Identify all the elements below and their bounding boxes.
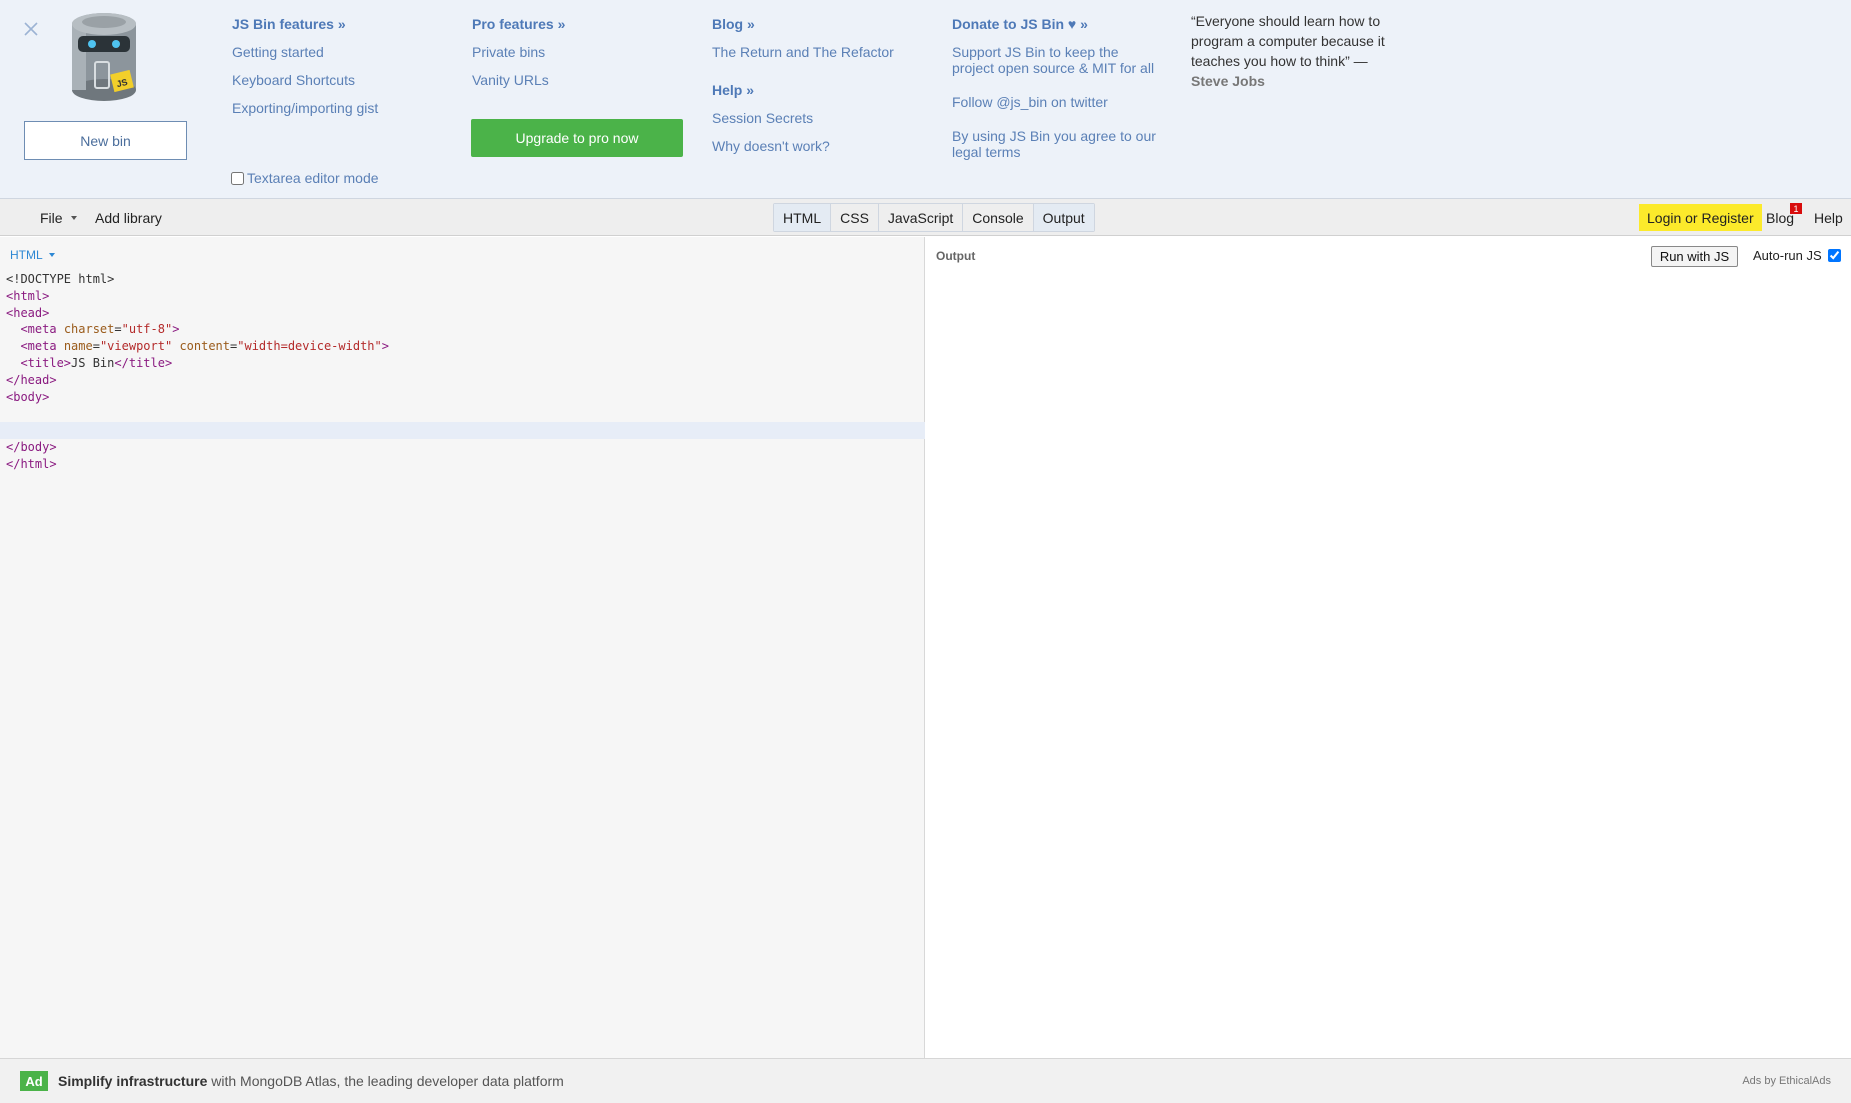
ad-title: Simplify infrastructure bbox=[58, 1073, 208, 1089]
tab-console[interactable]: Console bbox=[963, 204, 1034, 231]
features-heading-link[interactable]: JS Bin features » bbox=[232, 16, 378, 32]
features-column: JS Bin features » Getting started Keyboa… bbox=[232, 16, 378, 128]
chevron-down-icon bbox=[48, 253, 55, 257]
vanity-urls-link[interactable]: Vanity URLs bbox=[472, 72, 565, 88]
code-area[interactable]: <!DOCTYPE html> <html> <head> <meta char… bbox=[0, 271, 925, 473]
code-line: <meta charset="utf-8"> bbox=[20, 322, 180, 337]
code-line: <html> bbox=[6, 288, 50, 303]
output-panel: Output Run with JS Auto-run JS bbox=[926, 237, 1851, 1058]
session-secrets-link[interactable]: Session Secrets bbox=[712, 110, 894, 126]
ads-by-ethicalads-link[interactable]: Ads by EthicalAds bbox=[1742, 1075, 1831, 1087]
html-editor-panel[interactable]: HTML <!DOCTYPE html> <html> <head> <meta… bbox=[0, 237, 925, 1058]
add-library-button[interactable]: Add library bbox=[95, 199, 162, 236]
help-link[interactable]: Help bbox=[1814, 199, 1843, 236]
jsbin-logo-icon: JS bbox=[72, 13, 136, 101]
output-label: Output bbox=[936, 249, 976, 263]
code-line: <head> bbox=[6, 305, 50, 320]
twitter-link[interactable]: Follow @js_bin on twitter bbox=[952, 94, 1157, 110]
tab-javascript[interactable]: JavaScript bbox=[879, 204, 964, 231]
blog-notification-badge: 1 bbox=[1790, 203, 1802, 214]
editor-mode-label: HTML bbox=[10, 248, 43, 262]
textarea-mode-toggle[interactable]: Textarea editor mode bbox=[231, 170, 379, 186]
code-line: <title>JS Bin</title> bbox=[20, 355, 173, 370]
legal-terms-link[interactable]: By using JS Bin you agree to our legal t… bbox=[952, 128, 1157, 160]
autorun-checkbox[interactable] bbox=[1827, 249, 1841, 262]
toolbar: File Add library HTML CSS JavaScript Con… bbox=[0, 199, 1851, 236]
code-line: </head> bbox=[6, 372, 57, 387]
textarea-mode-label: Textarea editor mode bbox=[247, 170, 379, 186]
donate-heading-link[interactable]: Donate to JS Bin ♥ » bbox=[952, 16, 1157, 32]
code-line-current bbox=[0, 422, 925, 439]
upgrade-pro-button[interactable]: Upgrade to pro now bbox=[471, 119, 683, 157]
autorun-label: Auto-run JS bbox=[1753, 248, 1822, 263]
new-bin-button[interactable]: New bin bbox=[24, 121, 187, 160]
blog-help-column: Blog » The Return and The Refactor Help … bbox=[712, 16, 894, 166]
file-menu[interactable]: File bbox=[40, 199, 77, 236]
pro-features-heading-link[interactable]: Pro features » bbox=[472, 16, 565, 32]
pro-column: Pro features » Private bins Vanity URLs bbox=[472, 16, 565, 100]
login-register-button[interactable]: Login or Register bbox=[1639, 204, 1762, 231]
blog-post-link[interactable]: The Return and The Refactor bbox=[712, 44, 894, 60]
ad-bar: Ad Simplify infrastructure with MongoDB … bbox=[0, 1058, 1851, 1103]
getting-started-link[interactable]: Getting started bbox=[232, 44, 378, 60]
tab-output[interactable]: Output bbox=[1033, 204, 1094, 231]
textarea-mode-checkbox[interactable] bbox=[231, 171, 244, 185]
quote: “Everyone should learn how to program a … bbox=[1191, 11, 1401, 91]
help-heading-link[interactable]: Help » bbox=[712, 82, 894, 98]
code-line: <body> bbox=[6, 389, 50, 404]
keyboard-shortcuts-link[interactable]: Keyboard Shortcuts bbox=[232, 72, 378, 88]
donate-column: Donate to JS Bin ♥ » Support JS Bin to k… bbox=[952, 16, 1157, 178]
code-line: <meta name="viewport" content="width=dev… bbox=[20, 339, 389, 354]
file-menu-label: File bbox=[40, 209, 63, 226]
ad-badge: Ad bbox=[20, 1071, 48, 1091]
ad-link[interactable]: Simplify infrastructure with MongoDB Atl… bbox=[58, 1073, 564, 1089]
run-with-js-button[interactable]: Run with JS bbox=[1651, 246, 1738, 267]
quote-author: Steve Jobs bbox=[1191, 73, 1265, 89]
tab-html[interactable]: HTML bbox=[774, 204, 832, 231]
autorun-toggle[interactable]: Auto-run JS bbox=[1753, 248, 1841, 263]
chevron-down-icon bbox=[70, 215, 77, 220]
quote-text: “Everyone should learn how to program a … bbox=[1191, 13, 1385, 69]
editor-mode-dropdown[interactable]: HTML bbox=[10, 248, 55, 262]
private-bins-link[interactable]: Private bins bbox=[472, 44, 565, 60]
code-line: <!DOCTYPE html> bbox=[6, 272, 115, 286]
blog-heading-link[interactable]: Blog » bbox=[712, 16, 894, 32]
ad-description: with MongoDB Atlas, the leading develope… bbox=[207, 1073, 564, 1089]
support-jsbin-link[interactable]: Support JS Bin to keep the project open … bbox=[952, 44, 1157, 76]
close-icon[interactable] bbox=[20, 18, 42, 40]
exporting-gist-link[interactable]: Exporting/importing gist bbox=[232, 100, 378, 116]
why-doesnt-work-link[interactable]: Why doesn't work? bbox=[712, 138, 894, 154]
code-line: </html> bbox=[6, 456, 57, 471]
info-panel: JS New bin JS Bin features » Getting sta… bbox=[0, 0, 1851, 199]
code-line: </body> bbox=[6, 439, 57, 454]
tab-css[interactable]: CSS bbox=[831, 204, 879, 231]
panel-tabs: HTML CSS JavaScript Console Output bbox=[773, 203, 1095, 232]
